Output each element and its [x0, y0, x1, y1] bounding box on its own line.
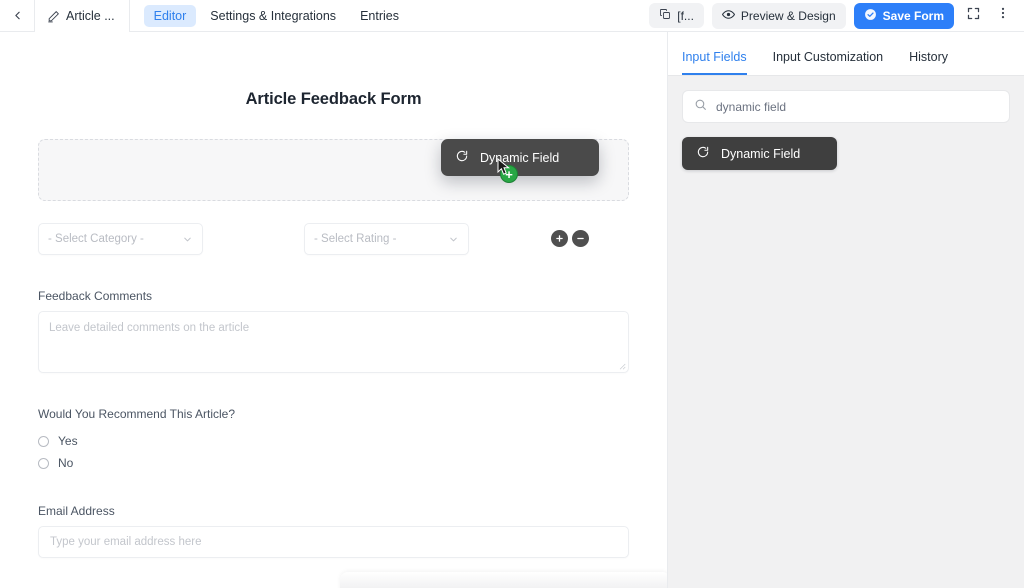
shortcode-label: [f...: [677, 9, 694, 23]
check-circle-icon: [864, 8, 877, 24]
main-nav-tabs: Editor Settings & Integrations Entries: [130, 0, 409, 31]
input-field-item-label: Dynamic Field: [721, 147, 800, 161]
radio-option-no[interactable]: No: [38, 456, 629, 470]
search-icon: [694, 98, 707, 116]
expand-icon: [966, 6, 981, 26]
select-rating-value: - Select Rating -: [314, 233, 396, 245]
preview-design-label: Preview & Design: [741, 9, 836, 23]
tab-editor[interactable]: Editor: [144, 5, 197, 27]
more-options-button[interactable]: [992, 5, 1014, 27]
feedback-comments-textarea[interactable]: Leave detailed comments on the article: [38, 311, 629, 373]
expand-fullscreen-button[interactable]: [962, 5, 984, 27]
search-input-wrapper[interactable]: dynamic field: [682, 90, 1010, 123]
page-title: Article Feedback Form: [0, 90, 667, 109]
preview-design-button[interactable]: Preview & Design: [712, 3, 846, 29]
select-category-wrapper: - Select Category -: [38, 223, 203, 255]
select-category-value: - Select Category -: [48, 233, 144, 245]
row-controls: [551, 230, 589, 247]
resize-handle-icon[interactable]: [617, 361, 626, 370]
eye-icon: [722, 8, 735, 24]
shortcode-button[interactable]: [f...: [649, 3, 704, 28]
recommend-radio-group: Yes No: [38, 434, 629, 470]
feedback-comments-label: Feedback Comments: [38, 289, 629, 303]
tab-entries[interactable]: Entries: [350, 5, 409, 27]
minus-icon: [576, 234, 585, 243]
panel-body: dynamic field Dynamic Field: [668, 76, 1024, 184]
save-form-label: Save Form: [883, 9, 944, 23]
radio-option-yes[interactable]: Yes: [38, 434, 629, 448]
chevron-left-icon: [11, 9, 24, 22]
input-field-item-dynamic-field[interactable]: Dynamic Field: [682, 137, 837, 170]
top-bar-actions: [f... Preview & Design Save Form: [649, 0, 1024, 31]
refresh-icon: [696, 145, 710, 162]
radio-label-no: No: [58, 456, 73, 470]
pencil-icon: [47, 10, 60, 23]
panel-tab-input-customization[interactable]: Input Customization: [773, 50, 883, 75]
email-address-field: Email Address Type your email address he…: [38, 504, 629, 558]
email-address-placeholder: Type your email address here: [50, 536, 202, 548]
select-rating-input[interactable]: - Select Rating -: [304, 223, 469, 255]
kebab-menu-icon: [996, 6, 1010, 25]
form-name-label: Article ...: [66, 9, 115, 23]
form-fields-container: - Select Category - - Select Rating -: [0, 139, 667, 558]
radio-label-yes: Yes: [58, 434, 78, 448]
email-address-input[interactable]: Type your email address here: [38, 526, 629, 558]
input-fields-panel: Input Fields Input Customization History…: [667, 32, 1024, 588]
chevron-down-icon: [182, 234, 193, 245]
remove-row-button[interactable]: [572, 230, 589, 247]
save-form-button[interactable]: Save Form: [854, 3, 954, 29]
feedback-comments-placeholder: Leave detailed comments on the article: [49, 322, 249, 334]
inline-field-row: - Select Category - - Select Rating -: [38, 223, 629, 255]
select-category-input[interactable]: - Select Category -: [38, 223, 203, 255]
plus-icon: [555, 234, 564, 243]
select-rating-wrapper: - Select Rating -: [304, 223, 469, 255]
add-row-button[interactable]: [551, 230, 568, 247]
copy-icon: [659, 8, 671, 23]
panel-tab-history[interactable]: History: [909, 50, 948, 75]
panel-tab-input-fields[interactable]: Input Fields: [682, 50, 747, 75]
feedback-comments-field: Feedback Comments Leave detailed comment…: [38, 289, 629, 373]
email-address-label: Email Address: [38, 504, 629, 518]
floating-bottom-bar: [340, 572, 667, 588]
back-button[interactable]: [0, 0, 34, 31]
radio-circle-icon: [38, 458, 49, 469]
field-dropzone[interactable]: [38, 139, 629, 201]
recommend-article-label: Would You Recommend This Article?: [38, 407, 629, 421]
form-editor-canvas: Article Feedback Form - Select Category …: [0, 32, 667, 588]
radio-circle-icon: [38, 436, 49, 447]
panel-tabs: Input Fields Input Customization History: [668, 32, 1024, 76]
chevron-down-icon: [448, 234, 459, 245]
form-name-tab[interactable]: Article ...: [34, 0, 130, 32]
tab-settings-integrations[interactable]: Settings & Integrations: [200, 5, 346, 27]
top-bar: Article ... Editor Settings & Integratio…: [0, 0, 1024, 32]
search-input[interactable]: dynamic field: [716, 100, 786, 114]
recommend-article-field: Would You Recommend This Article? Yes No: [38, 407, 629, 470]
